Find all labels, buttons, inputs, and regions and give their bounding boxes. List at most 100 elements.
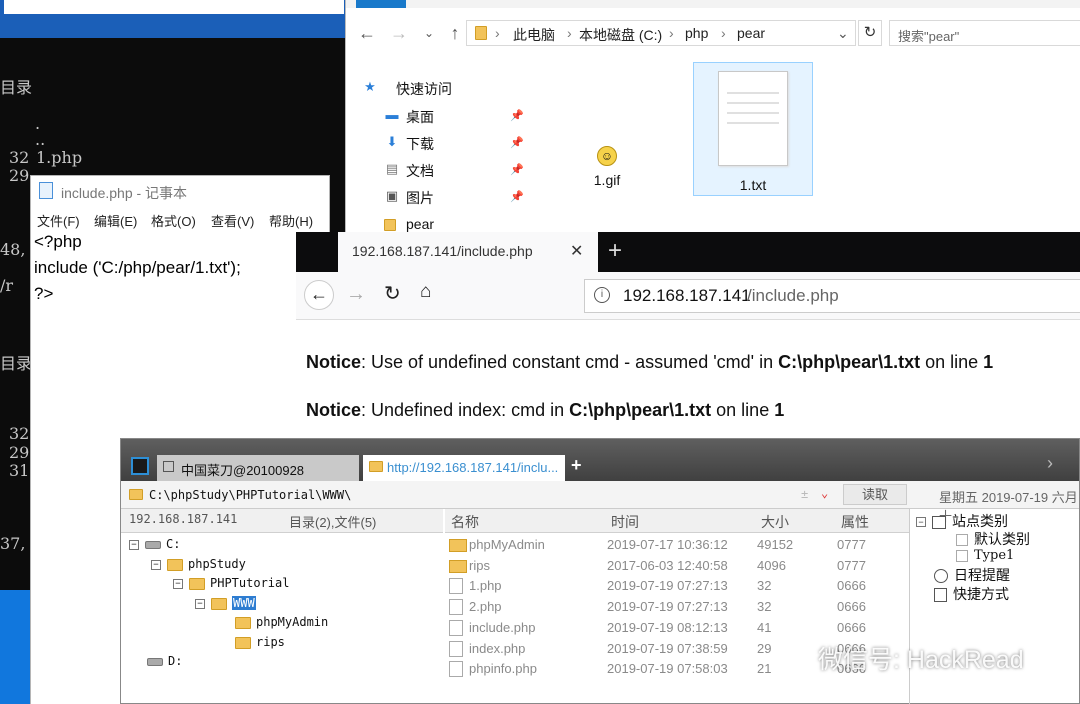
php-notice: Notice: Use of undefined constant cmd - … (306, 352, 993, 373)
code-line: <?php (34, 232, 82, 251)
close-icon[interactable]: ✕ (570, 241, 583, 261)
menu-file[interactable]: 文件(F) (37, 211, 80, 230)
file-attr: 0666 (837, 619, 866, 635)
column-size[interactable]: 大小 (761, 512, 789, 532)
notepad-titlebar[interactable]: include.php - 记事本 (31, 176, 329, 206)
info-icon[interactable]: i (594, 287, 610, 303)
watermark-text: 微信号: HackRead (818, 646, 1024, 674)
collapse-icon[interactable]: − (195, 598, 205, 609)
file-time: 2019-07-19 07:58:03 (607, 661, 728, 677)
tree-node-phptutorial[interactable]: − PHPTutorial (173, 576, 289, 590)
nav-quick-access[interactable]: 快速访问 (396, 79, 452, 99)
tree-label: D: (168, 654, 183, 668)
forward-arrow-icon[interactable]: → (346, 283, 366, 306)
home-icon[interactable]: ⌂ (420, 281, 431, 303)
table-row[interactable]: include.php 2019-07-19 08:12:13 41 0666 (445, 618, 909, 639)
up-arrow-icon[interactable]: ↑ (442, 18, 468, 48)
folder-icon (475, 24, 492, 41)
sort-icon[interactable]: ± (801, 487, 808, 501)
back-arrow-icon[interactable]: ← (304, 280, 334, 310)
shortcut-icon (934, 588, 947, 603)
menu-format[interactable]: 格式(O) (151, 211, 196, 230)
side-node-schedule[interactable]: 日程提醒 (934, 565, 1010, 585)
column-time[interactable]: 时间 (611, 512, 639, 532)
chevron-down-icon[interactable]: ⌄ (837, 25, 849, 42)
menu-help[interactable]: 帮助(H) (269, 211, 313, 230)
browser-tab-active[interactable]: 192.168.187.141/include.php ✕ (338, 232, 598, 272)
file-name: 1.gif (593, 172, 621, 188)
breadcrumb-item[interactable]: 此电脑 (513, 25, 555, 45)
side-node-site-category[interactable]: − 站点类别 (916, 511, 1008, 531)
tree-node-www[interactable]: − WWW (195, 596, 256, 610)
read-button[interactable]: 读取 (843, 484, 907, 505)
menu-view[interactable]: 查看(V) (211, 211, 254, 230)
chopper-tab[interactable]: 中国菜刀@20100928 (157, 455, 359, 481)
console-top-inner (4, 0, 344, 14)
column-attr[interactable]: 属性 (841, 512, 869, 532)
table-row[interactable]: 1.php 2019-07-19 07:27:13 32 0666 (445, 576, 909, 597)
breadcrumb-item[interactable]: pear (737, 25, 765, 41)
side-node-type1[interactable]: Type1 (956, 548, 1014, 563)
nav-desktop[interactable]: 桌面 (406, 107, 434, 127)
side-node-default-category[interactable]: 默认类别 (956, 529, 1030, 549)
search-input[interactable]: 搜索"pear" (889, 20, 1080, 46)
nav-pictures[interactable]: 图片 (406, 188, 434, 208)
breadcrumb-separator-icon: › (567, 25, 572, 41)
file-attr: 0777 (837, 557, 866, 573)
new-tab-plus-icon[interactable]: + (608, 237, 622, 265)
address-bar[interactable]: › 此电脑 › 本地磁盘 (C:) › php › pear ⌄ (466, 20, 856, 46)
chevron-down-icon[interactable]: ⌄ (821, 486, 828, 500)
new-tab-plus-icon[interactable]: + (571, 455, 582, 476)
table-row[interactable]: phpMyAdmin 2019-07-17 10:36:12 49152 0777 (445, 535, 909, 556)
nav-downloads[interactable]: 下载 (406, 134, 434, 154)
tree-node-c[interactable]: − C: (129, 537, 180, 551)
collapse-icon[interactable]: − (129, 539, 139, 550)
menu-edit[interactable]: 编辑(E) (94, 211, 137, 230)
chevron-right-icon[interactable]: › (1047, 453, 1053, 474)
menu-bar: 文件(F) 编辑(E) 格式(O) 查看(V) 帮助(H) (31, 208, 329, 230)
file-name: rips (469, 557, 490, 573)
notice-message: : Use of undefined constant cmd - assume… (361, 352, 779, 372)
reload-icon[interactable]: ↻ (384, 281, 401, 306)
console-line: 29 (9, 443, 30, 462)
tree-node-phpmyadmin[interactable]: phpMyAdmin (235, 615, 328, 629)
recent-chevron-icon[interactable]: ⌄ (416, 18, 442, 48)
breadcrumb-item[interactable]: 本地磁盘 (C:) (579, 25, 662, 45)
chopper-tab-active[interactable]: http://192.168.187.141/inclu... (363, 455, 565, 481)
file-item-selected[interactable]: 1.txt (693, 62, 813, 196)
path-input[interactable]: C:\phpStudy\PHPTutorial\WWW\ (149, 488, 351, 502)
page-icon (956, 534, 968, 547)
table-row[interactable]: rips 2017-06-03 12:40:58 4096 0777 (445, 556, 909, 577)
file-item[interactable]: ☺ 1.gif (580, 142, 634, 192)
nav-documents[interactable]: 文档 (406, 161, 434, 181)
directory-tree: − C: − phpStudy − PHPTutorial − WWW phpMyAdm… (121, 533, 443, 704)
nav-pear[interactable]: pear (406, 216, 434, 232)
pin-icon: 📌 (510, 137, 524, 149)
picture-icon: ▣ (385, 188, 399, 203)
table-row[interactable]: 2.php 2019-07-19 07:27:13 32 0666 (445, 597, 909, 618)
code-line: include ('C:/php/pear/1.txt'); (34, 258, 241, 277)
tree-node-phpstudy[interactable]: − phpStudy (151, 557, 246, 571)
file-name: index.php (469, 640, 526, 656)
tree-header: 192.168.187.141 目录(2),文件(5) (121, 509, 443, 533)
collapse-icon[interactable]: − (151, 559, 161, 570)
tree-label: PHPTutorial (210, 576, 290, 590)
console-line: 32 (9, 424, 30, 443)
refresh-icon[interactable]: ↻ (858, 20, 882, 46)
column-name[interactable]: 名称 (451, 512, 479, 532)
notice-line-number: 1 (774, 400, 785, 420)
side-label: 日程提醒 (954, 567, 1010, 583)
file-size: 4096 (757, 557, 786, 573)
collapse-icon[interactable]: − (916, 517, 926, 528)
forward-arrow-icon[interactable]: → (386, 18, 412, 48)
side-node-shortcuts[interactable]: 快捷方式 (934, 584, 1009, 604)
collapse-icon[interactable]: − (173, 578, 183, 589)
breadcrumb-item[interactable]: php (685, 25, 708, 41)
tree-node-d[interactable]: D: (147, 654, 182, 668)
tree-node-rips[interactable]: rips (235, 635, 285, 649)
file-size: 29 (757, 640, 772, 656)
folder-icon (235, 636, 251, 649)
back-arrow-icon[interactable]: ← (354, 18, 380, 48)
file-tab[interactable] (356, 0, 406, 8)
url-bar[interactable]: i 192.168.187.141 /include.php (584, 279, 1080, 313)
